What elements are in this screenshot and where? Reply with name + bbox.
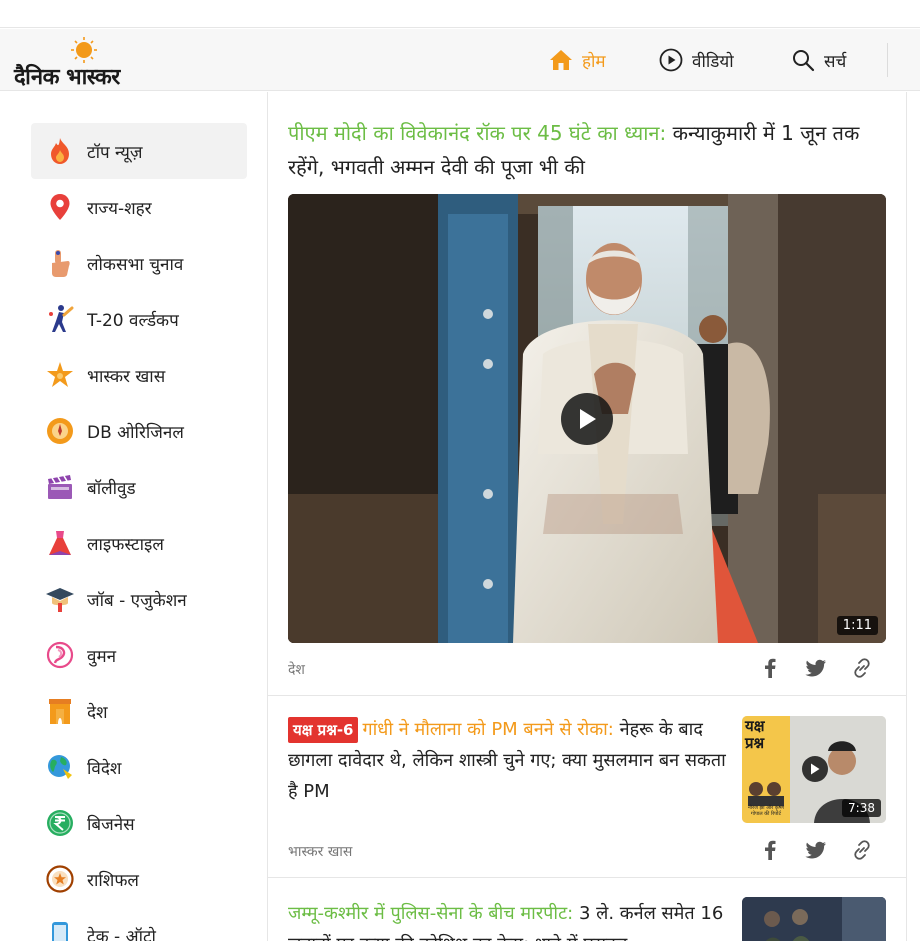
sidebar-item-horoscope[interactable]: राशिफल <box>31 851 247 907</box>
location-pin-icon <box>44 191 76 223</box>
sidebar-item-label: टेक - ऑटो <box>87 926 156 941</box>
site-header: दैनिक भास्कर होम वीडियो सर्च <box>0 29 920 91</box>
sun-logo-icon <box>71 37 97 63</box>
share-buttons <box>758 656 874 680</box>
db-original-icon <box>44 415 76 447</box>
content-right-border <box>906 92 907 941</box>
sidebar-item-tech-auto[interactable]: टेक - ऑटो <box>31 907 247 941</box>
twitter-share-icon[interactable] <box>804 838 828 862</box>
sidebar-item-loksabha-election[interactable]: लोकसभा चुनाव <box>31 235 247 291</box>
sidebar-item-label: लोकसभा चुनाव <box>87 254 184 275</box>
sidebar-item-label: भास्कर खास <box>87 366 166 387</box>
play-icon <box>811 763 820 775</box>
sidebar-item-label: लाइफस्टाइल <box>87 534 164 555</box>
story-headline-highlight: गांधी ने मौलाना को PM बनने से रोका: <box>362 719 614 740</box>
sidebar-item-label: देश <box>87 702 108 723</box>
sidebar-item-label: DB ओरिजिनल <box>87 422 184 443</box>
story-headline[interactable]: जम्मू-कश्मीर में पुलिस-सेना के बीच मारपी… <box>288 898 728 941</box>
story-category[interactable]: भास्कर खास <box>288 842 352 861</box>
sidebar-item-t20-worldcup[interactable]: T-20 वर्ल्डकप <box>31 291 247 347</box>
story-video-thumbnail[interactable]: 1:11 <box>288 194 886 643</box>
share-buttons <box>758 838 874 862</box>
copy-link-icon[interactable] <box>850 656 874 680</box>
series-badge: यक्ष प्रश्न-6 <box>288 717 359 743</box>
thumbnail-series-title: यक्ष प्रश्न <box>745 717 765 752</box>
woman-icon <box>44 639 76 671</box>
sidebar-item-woman[interactable]: वुमन <box>31 627 247 683</box>
story-category[interactable]: देश <box>288 660 305 679</box>
clapperboard-icon <box>44 471 76 503</box>
play-circle-icon <box>659 48 683 72</box>
sidebar-item-db-original[interactable]: DB ओरिजिनल <box>31 403 247 459</box>
facebook-share-icon[interactable] <box>758 838 782 862</box>
thumbnail-play-button[interactable] <box>802 756 828 782</box>
home-icon <box>550 50 572 70</box>
logo-text: दैनिक भास्कर <box>14 65 120 90</box>
sidebar-item-abroad[interactable]: विदेश <box>31 739 247 795</box>
thumbnail-image <box>742 897 886 941</box>
sidebar-item-label: विदेश <box>87 758 122 779</box>
sidebar-item-label: राज्य-शहर <box>87 198 152 219</box>
sidebar-item-state-city[interactable]: राज्य-शहर <box>31 179 247 235</box>
story-thumbnail[interactable] <box>742 897 886 941</box>
star-icon <box>44 359 76 391</box>
browser-top-strip <box>0 0 920 28</box>
india-gate-icon <box>44 695 76 727</box>
twitter-share-icon[interactable] <box>804 656 828 680</box>
copy-link-icon[interactable] <box>850 838 874 862</box>
story-headline[interactable]: पीएम मोदी का विवेकानंद रॉक पर 45 घंटे का… <box>288 116 888 184</box>
dress-icon <box>44 527 76 559</box>
nav-home[interactable]: होम <box>549 29 606 91</box>
nav-home-label: होम <box>582 51 606 72</box>
story-headline[interactable]: यक्ष प्रश्न-6 गांधी ने मौलाना को PM बनने … <box>288 714 728 807</box>
globe-icon <box>44 751 76 783</box>
news-feed: पीएम मोदी का विवेकानंद रॉक पर 45 घंटे का… <box>268 92 906 941</box>
video-duration: 1:11 <box>836 616 878 635</box>
sidebar-item-lifestyle[interactable]: लाइफस्टाइल <box>31 515 247 571</box>
sidebar-item-job-education[interactable]: जॉब - एजुकेशन <box>31 571 247 627</box>
story-video-thumbnail[interactable]: यक्ष प्रश्न नीरज झा और कृष्ण गोपाल की रि… <box>742 716 886 823</box>
facebook-share-icon[interactable] <box>758 656 782 680</box>
sidebar-item-label: राशिफल <box>87 870 139 891</box>
video-duration: 7:38 <box>842 799 881 817</box>
sidebar-item-country[interactable]: देश <box>31 683 247 739</box>
graduation-cap-icon <box>44 583 76 615</box>
dainik-bhaskar-logo[interactable]: दैनिक भास्कर <box>14 37 154 90</box>
sidebar: टॉप न्यूज़ राज्य-शहर लोकसभा चुनाव T-20 व… <box>0 92 268 941</box>
sidebar-item-label: टॉप न्यूज़ <box>87 142 143 163</box>
sidebar-item-label: जॉब - एजुकेशन <box>87 590 187 611</box>
search-icon <box>793 50 815 72</box>
nav-search[interactable]: सर्च <box>791 29 846 91</box>
fire-icon <box>44 135 76 167</box>
story-divider <box>268 877 906 878</box>
voting-finger-icon <box>44 247 76 279</box>
nav-video-label: वीडियो <box>692 51 734 72</box>
story-headline-highlight: जम्मू-कश्मीर में पुलिस-सेना के बीच मारपी… <box>288 903 574 924</box>
rupee-icon <box>44 807 76 839</box>
story-meta-row: देश <box>288 654 886 684</box>
nav-search-label: सर्च <box>824 51 847 72</box>
play-button[interactable] <box>561 393 613 445</box>
sidebar-item-business[interactable]: बिजनेस <box>31 795 247 851</box>
sidebar-item-top-news[interactable]: टॉप न्यूज़ <box>31 123 247 179</box>
zodiac-icon <box>44 863 76 895</box>
play-icon <box>580 409 596 429</box>
sidebar-item-bollywood[interactable]: बॉलीवुड <box>31 459 247 515</box>
sidebar-item-bhaskar-khas[interactable]: भास्कर खास <box>31 347 247 403</box>
phone-icon <box>44 919 76 941</box>
sidebar-item-label: T-20 वर्ल्डकप <box>87 310 179 331</box>
nav-divider <box>887 43 888 77</box>
nav-video[interactable]: वीडियो <box>659 29 734 91</box>
cricket-icon <box>44 303 76 335</box>
story-meta-row: भास्कर खास <box>288 836 886 866</box>
sidebar-item-label: बिजनेस <box>87 814 135 835</box>
sidebar-item-label: वुमन <box>87 646 117 667</box>
story-headline-highlight: पीएम मोदी का विवेकानंद रॉक पर 45 घंटे का… <box>288 121 667 145</box>
story-divider <box>268 695 906 696</box>
sidebar-item-label: बॉलीवुड <box>87 478 136 499</box>
thumbnail-caption: नीरज झा और कृष्ण गोपाल की रिपोर्ट <box>748 805 784 817</box>
